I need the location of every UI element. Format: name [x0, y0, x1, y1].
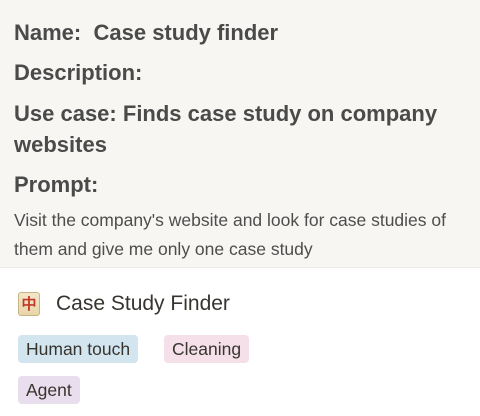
tag-cleaning: Cleaning [164, 335, 250, 363]
page-title[interactable]: Case Study Finder [56, 292, 230, 316]
prompt-text: Visit the company's website and look for… [14, 210, 446, 259]
card-cover-preview: Name: Case study finder Description: Use… [0, 0, 480, 268]
use-case-label: Use case: [14, 101, 117, 126]
tag-human-touch: Human touch [18, 335, 139, 363]
name-field: Name: Case study finder [14, 18, 278, 48]
tag-agent: Agent [18, 376, 80, 404]
name-value: Case study finder [93, 20, 279, 45]
gallery-card[interactable]: Name: Case study finder Description: Use… [0, 0, 480, 416]
name-label: Name: [14, 20, 82, 45]
card-title-row[interactable]: 中 Case Study Finder [18, 290, 230, 318]
description-label: Description: [14, 60, 143, 85]
mahjong-red-dragon-icon: 中 [18, 292, 40, 316]
use-case-field: Use case: Finds case study on company we… [14, 98, 474, 160]
prompt-label: Prompt: [14, 172, 99, 197]
